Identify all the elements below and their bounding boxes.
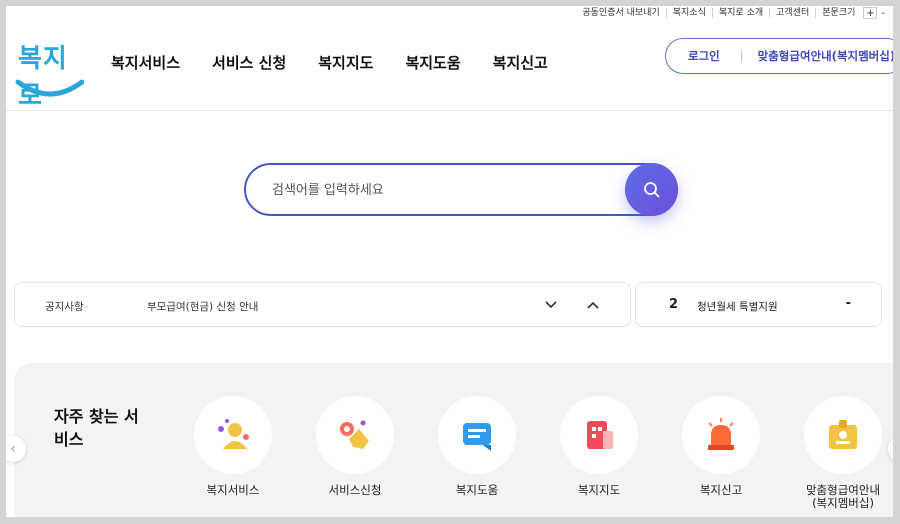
welfare-help-icon <box>463 423 491 451</box>
service-label: 복지신고 <box>699 483 743 497</box>
service-item-service-apply[interactable]: 서비스신청 <box>300 396 410 497</box>
login-link[interactable]: 로그인 <box>688 48 720 64</box>
service-item-welfare-report[interactable]: 복지신고 <box>666 396 776 497</box>
service-label: 복지도움 <box>455 483 499 497</box>
service-apply-icon <box>340 420 369 449</box>
popular-ranking[interactable]: 2 청년월세 특별지원 - <box>635 282 882 327</box>
service-item-welfare-help[interactable]: 복지도움 <box>422 396 532 497</box>
main-navigation: 복지서비스 서비스 신청 복지지도 복지도움 복지신고 <box>111 52 548 73</box>
service-label: 복지지도 <box>577 483 621 497</box>
util-link-cert-export[interactable]: 공동인증서 내보내기 <box>576 8 665 18</box>
search-icon <box>643 181 659 197</box>
service-icon-circle <box>560 396 638 474</box>
service-label: 서비스신청 <box>328 483 382 497</box>
account-box: 로그인 | 맞춤형급여안내(복지멤버십) <box>665 38 893 74</box>
utility-bar: 공동인증서 내보내기 복지소식 복지로 소개 고객센터 본문크기 + - <box>576 6 885 20</box>
search-box <box>244 163 678 216</box>
service-label: 복지서비스 <box>206 483 260 497</box>
service-item-welfare-map[interactable]: 복지지도 <box>544 396 654 497</box>
divider: | <box>739 49 744 63</box>
page: 공동인증서 내보내기 복지소식 복지로 소개 고객센터 본문크기 + - 복지로… <box>6 6 893 517</box>
font-size-increase-button[interactable]: + <box>863 7 878 19</box>
logo-smile-icon <box>15 79 84 97</box>
font-size-decrease-button[interactable]: - <box>881 8 885 19</box>
search-button[interactable] <box>625 163 678 216</box>
custom-benefit-icon <box>829 420 857 449</box>
nav-service-apply[interactable]: 서비스 신청 <box>212 52 286 73</box>
rank-change: - <box>845 296 851 311</box>
service-icon-circle <box>804 396 882 474</box>
nav-welfare-help[interactable]: 복지도움 <box>405 52 460 73</box>
chevron-up-icon <box>587 301 599 309</box>
service-icon-circle <box>316 396 394 474</box>
service-label: 맞춤형급여안내 (복지멤버십) <box>805 483 881 510</box>
welfare-report-icon <box>708 418 734 450</box>
service-icon-circle <box>682 396 760 474</box>
nav-welfare-service[interactable]: 복지서비스 <box>111 52 180 73</box>
search-input[interactable] <box>272 179 602 201</box>
notice-text[interactable]: 부모급여(현금) 신청 안내 <box>147 299 258 314</box>
notice-label: 공지사항 <box>45 301 84 313</box>
font-size-label: 본문크기 <box>815 8 861 18</box>
custom-benefit-link[interactable]: 맞춤형급여안내(복지멤버십) <box>758 48 893 64</box>
chevron-left-icon: ‹ <box>10 441 16 457</box>
notice-next-button[interactable] <box>543 297 559 313</box>
service-icon-circle <box>438 396 516 474</box>
header-divider <box>6 110 893 111</box>
chevron-down-icon <box>545 301 557 309</box>
service-item-welfare-service[interactable]: 복지서비스 <box>178 396 288 497</box>
site-logo[interactable]: 복지로 <box>14 36 84 111</box>
service-item-custom-benefit[interactable]: 맞춤형급여안내 (복지멤버십) <box>788 396 893 510</box>
notice-prev-button[interactable] <box>585 297 601 313</box>
nav-welfare-map[interactable]: 복지지도 <box>318 52 373 73</box>
welfare-map-icon <box>587 421 613 449</box>
notice-bar: 공지사항 부모급여(현금) 신청 안내 <box>14 282 631 327</box>
service-icon-circle <box>194 396 272 474</box>
util-link-customer-center[interactable]: 고객센터 <box>769 8 815 18</box>
rank-title: 청년월세 특별지원 <box>697 301 778 313</box>
welfare-service-icon <box>218 419 249 449</box>
frequent-services-title: 자주 찾는 서비스 <box>54 407 139 449</box>
util-link-news[interactable]: 복지소식 <box>665 8 712 18</box>
rank-number: 2 <box>669 297 679 312</box>
nav-welfare-report[interactable]: 복지신고 <box>493 52 548 73</box>
util-link-about[interactable]: 복지로 소개 <box>711 8 769 18</box>
